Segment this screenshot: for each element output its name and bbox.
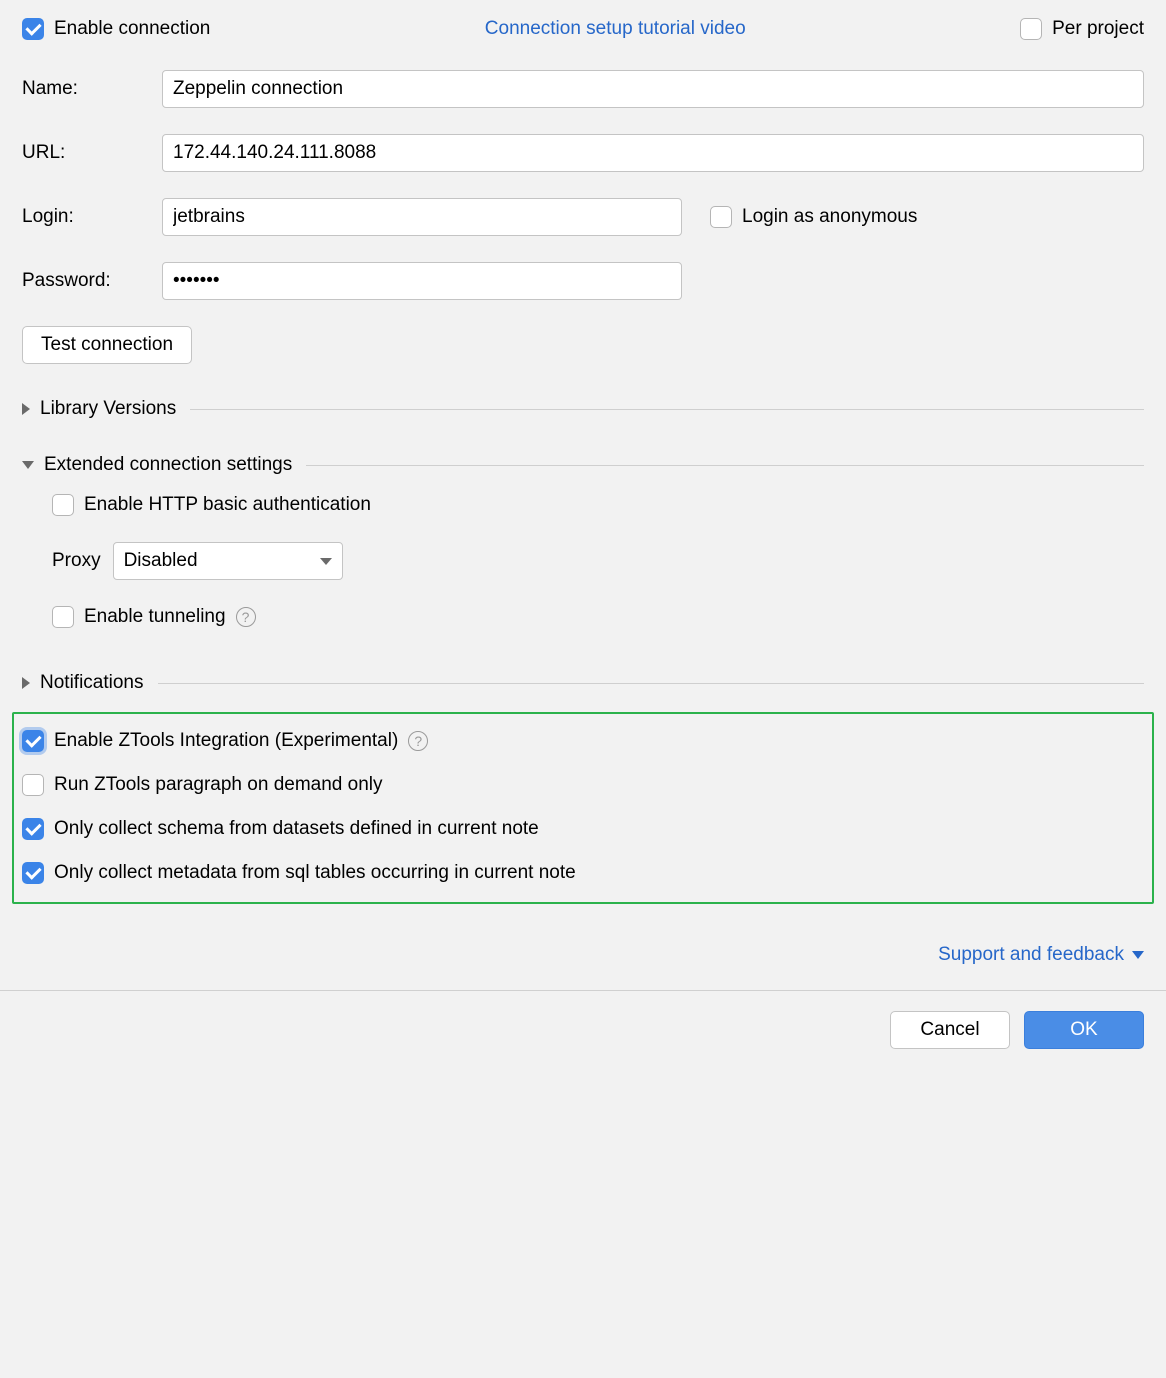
chevron-down-icon [1132, 951, 1144, 959]
notifications-label: Notifications [40, 672, 144, 694]
chevron-right-icon [22, 677, 30, 689]
library-versions-section[interactable]: Library Versions [22, 398, 1144, 420]
login-anonymous-checkbox[interactable]: Login as anonymous [710, 206, 917, 228]
enable-ztools-checkbox[interactable]: Enable ZTools Integration (Experimental)… [22, 730, 1144, 752]
help-icon[interactable]: ? [408, 731, 428, 751]
divider [306, 465, 1144, 466]
proxy-value: Disabled [124, 550, 198, 572]
check-icon [22, 818, 44, 840]
checkbox-empty-icon [52, 606, 74, 628]
check-icon [22, 730, 44, 752]
checkbox-empty-icon [710, 206, 732, 228]
ok-button[interactable]: OK [1024, 1011, 1144, 1049]
support-feedback-link[interactable]: Support and feedback [938, 944, 1124, 966]
run-ztools-on-demand-label: Run ZTools paragraph on demand only [54, 774, 382, 796]
extended-settings-section[interactable]: Extended connection settings [22, 454, 1144, 476]
name-input[interactable] [162, 70, 1144, 108]
login-input[interactable] [162, 198, 682, 236]
checkbox-empty-icon [1020, 18, 1042, 40]
enable-connection-checkbox[interactable]: Enable connection [22, 18, 210, 40]
per-project-label: Per project [1052, 18, 1144, 40]
login-anonymous-label: Login as anonymous [742, 206, 917, 228]
chevron-down-icon [320, 558, 332, 565]
test-connection-button[interactable]: Test connection [22, 326, 192, 364]
checkbox-empty-icon [22, 774, 44, 796]
proxy-label: Proxy [52, 550, 101, 572]
divider [190, 409, 1144, 410]
help-icon[interactable]: ? [236, 607, 256, 627]
chevron-right-icon [22, 403, 30, 415]
tutorial-video-link[interactable]: Connection setup tutorial video [485, 18, 746, 40]
url-label: URL: [22, 142, 162, 164]
extended-settings-label: Extended connection settings [44, 454, 292, 476]
library-versions-label: Library Versions [40, 398, 176, 420]
enable-tunneling-label: Enable tunneling [84, 606, 226, 628]
proxy-select[interactable]: Disabled [113, 542, 343, 580]
password-label: Password: [22, 270, 162, 292]
password-input[interactable] [162, 262, 682, 300]
http-basic-auth-label: Enable HTTP basic authentication [84, 494, 371, 516]
collect-metadata-checkbox[interactable]: Only collect metadata from sql tables oc… [22, 862, 1144, 884]
name-label: Name: [22, 78, 162, 100]
cancel-button[interactable]: Cancel [890, 1011, 1010, 1049]
enable-connection-label: Enable connection [54, 18, 210, 40]
checkbox-empty-icon [52, 494, 74, 516]
per-project-checkbox[interactable]: Per project [1020, 18, 1144, 40]
collect-metadata-label: Only collect metadata from sql tables oc… [54, 862, 576, 884]
http-basic-auth-checkbox[interactable]: Enable HTTP basic authentication [52, 494, 1144, 516]
divider [158, 683, 1145, 684]
collect-schema-label: Only collect schema from datasets define… [54, 818, 539, 840]
login-label: Login: [22, 206, 162, 228]
enable-tunneling-checkbox[interactable]: Enable tunneling ? [52, 606, 1144, 628]
ztools-highlight-box: Enable ZTools Integration (Experimental)… [12, 712, 1154, 904]
run-ztools-on-demand-checkbox[interactable]: Run ZTools paragraph on demand only [22, 774, 1144, 796]
chevron-down-icon [22, 461, 34, 469]
check-icon [22, 18, 44, 40]
dialog-footer: Cancel OK [0, 990, 1166, 1071]
check-icon [22, 862, 44, 884]
url-input[interactable] [162, 134, 1144, 172]
enable-ztools-label: Enable ZTools Integration (Experimental) [54, 730, 398, 752]
collect-schema-checkbox[interactable]: Only collect schema from datasets define… [22, 818, 1144, 840]
notifications-section[interactable]: Notifications [22, 672, 1144, 694]
